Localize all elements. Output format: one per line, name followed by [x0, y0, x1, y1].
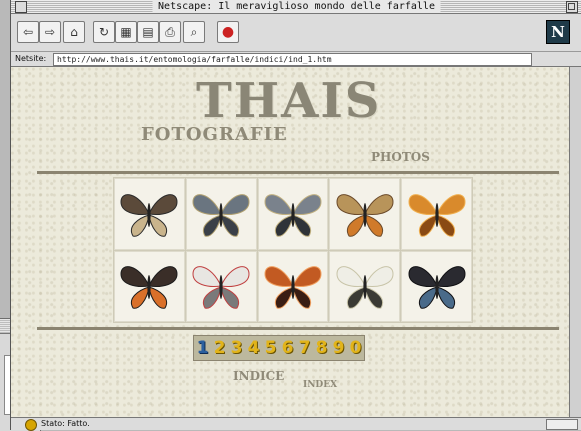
butterfly-icon — [336, 193, 394, 237]
zoom-box-icon[interactable] — [566, 1, 578, 13]
butterfly-thumbnail[interactable] — [114, 250, 185, 322]
butterfly-thumbnail[interactable] — [329, 250, 401, 322]
page-number-link[interactable]: 1 — [194, 336, 211, 360]
stop-button[interactable]: ● — [217, 21, 239, 43]
status-text: Stato: Fatto. — [41, 419, 90, 428]
butterfly-icon — [264, 193, 322, 237]
forward-button[interactable]: ⇨ — [39, 21, 61, 43]
butterfly-icon — [408, 193, 466, 237]
page-number-link[interactable]: 6 — [279, 336, 296, 360]
status-bar: Stato: Fatto. — [11, 417, 581, 431]
site-logo: THAIS — [196, 73, 382, 129]
index-link[interactable]: INDICE — [233, 369, 284, 383]
butterfly-icon — [120, 266, 178, 309]
butterfly-icon — [264, 266, 322, 309]
home-button[interactable]: ⌂ — [63, 21, 85, 43]
butterfly-gallery — [113, 177, 473, 323]
location-bar: Netsite: http://www.thais.it/entomologia… — [11, 52, 581, 67]
butterfly-thumbnail[interactable] — [401, 178, 472, 250]
butterfly-thumbnail[interactable] — [401, 250, 472, 322]
page-content: THAIS FOTOGRAFIE PHOTOS 1234567890 INDIC… — [11, 67, 569, 417]
page-number-nav: 1234567890 — [193, 335, 365, 361]
back-button[interactable]: ⇦ — [17, 21, 39, 43]
butterfly-icon — [336, 266, 394, 309]
url-field[interactable]: http://www.thais.it/entomologia/farfalle… — [53, 53, 532, 66]
security-key-icon — [25, 419, 37, 431]
index-link-english[interactable]: INDEX — [303, 380, 337, 390]
close-box-icon[interactable] — [15, 1, 27, 13]
page-subtitle: FOTOGRAFIE — [141, 124, 288, 145]
page-subtitle-english: PHOTOS — [371, 150, 430, 164]
butterfly-thumbnail[interactable] — [185, 178, 257, 250]
reload-button[interactable]: ↻ — [93, 21, 115, 43]
location-label: Netsite: — [15, 54, 47, 63]
divider-bottom — [37, 327, 559, 330]
page-number-link[interactable]: 0 — [347, 336, 364, 360]
page-number-link[interactable]: 2 — [211, 336, 228, 360]
open-button[interactable]: ▤ — [137, 21, 159, 43]
page-number-link[interactable]: 4 — [245, 336, 262, 360]
print-button[interactable]: ⎙ — [159, 21, 181, 43]
page-number-link[interactable]: 7 — [296, 336, 313, 360]
butterfly-thumbnail[interactable] — [257, 250, 329, 322]
butterfly-thumbnail[interactable] — [329, 178, 401, 250]
butterfly-thumbnail[interactable] — [185, 250, 257, 322]
find-button[interactable]: ⌕ — [183, 21, 205, 43]
page-number-link[interactable]: 8 — [313, 336, 330, 360]
butterfly-thumbnail[interactable] — [114, 178, 185, 250]
status-indicator — [546, 419, 578, 430]
window-title: Netscape: Il meraviglioso mondo delle fa… — [152, 0, 441, 13]
images-button[interactable]: ▦ — [115, 21, 137, 43]
page-number-link[interactable]: 9 — [330, 336, 347, 360]
butterfly-icon — [408, 266, 466, 309]
butterfly-icon — [192, 193, 250, 237]
page-number-link[interactable]: 3 — [228, 336, 245, 360]
vertical-scrollbar[interactable] — [569, 67, 581, 417]
browser-window: Netscape: Il meraviglioso mondo delle fa… — [10, 0, 581, 431]
butterfly-icon — [120, 193, 178, 237]
page-number-link[interactable]: 5 — [262, 336, 279, 360]
divider-top — [37, 171, 559, 174]
window-titlebar[interactable]: Netscape: Il meraviglioso mondo delle fa… — [11, 0, 581, 14]
butterfly-thumbnail[interactable] — [257, 178, 329, 250]
netscape-logo-icon[interactable]: N — [546, 20, 570, 44]
toolbar: N ⇦ ⇨ ⌂ ↻ ▦ ▤ ⎙ ⌕ ● — [11, 14, 581, 52]
butterfly-icon — [192, 266, 250, 309]
